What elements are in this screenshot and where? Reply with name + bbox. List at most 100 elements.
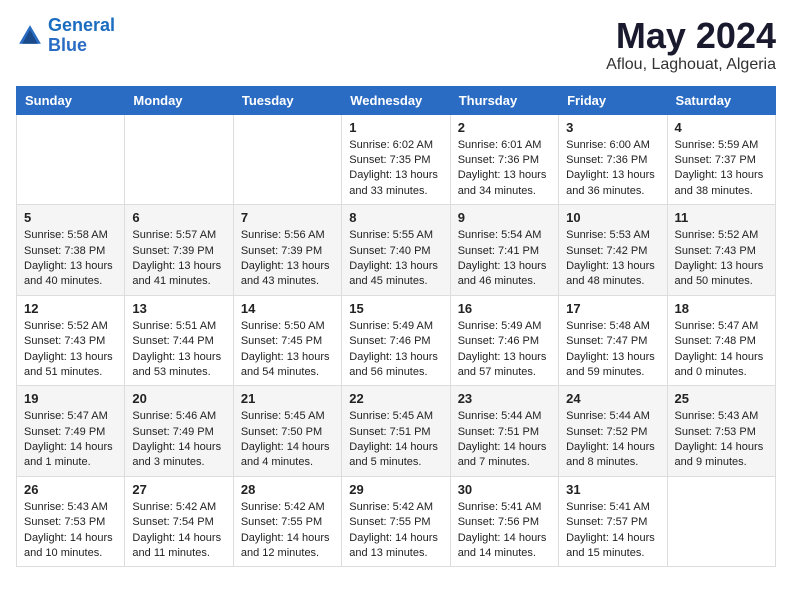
title-block: May 2024 Aflou, Laghouat, Algeria bbox=[606, 16, 776, 74]
calendar-cell: 19 Sunrise: 5:47 AMSunset: 7:49 PMDayligh… bbox=[17, 386, 125, 477]
day-number: 6 bbox=[132, 210, 225, 225]
cell-data: Sunrise: 5:43 AMSunset: 7:53 PMDaylight:… bbox=[675, 409, 768, 471]
cell-data: Sunrise: 5:57 AMSunset: 7:39 PMDaylight:… bbox=[132, 228, 225, 290]
day-number: 23 bbox=[458, 391, 551, 406]
weekday-header: Wednesday bbox=[342, 86, 450, 114]
calendar-cell: 24Sunrise: 5:44 AMSunset: 7:52 PMDayligh… bbox=[559, 386, 667, 477]
weekday-header: Tuesday bbox=[233, 86, 341, 114]
day-number: 11 bbox=[675, 210, 768, 225]
day-number: 29 bbox=[349, 482, 442, 497]
calendar-cell: 12Sunrise: 5:52 AMSunset: 7:43 PMDayligh… bbox=[17, 295, 125, 386]
calendar-cell: 30Sunrise: 5:41 AMSunset: 7:56 PMDayligh… bbox=[450, 476, 558, 567]
calendar-cell bbox=[17, 114, 125, 205]
cell-data: Sunrise: 5:49 AMSunset: 7:46 PMDaylight:… bbox=[349, 319, 442, 381]
calendar-cell: 6 Sunrise: 5:57 AMSunset: 7:39 PMDaylight… bbox=[125, 205, 233, 296]
cell-data: Sunrise: 5:42 AMSunset: 7:55 PMDaylight:… bbox=[349, 500, 442, 562]
calendar-cell: 11 Sunrise: 5:52 AMSunset: 7:43 PMDayligh… bbox=[667, 205, 775, 296]
cell-data: Sunrise: 5:51 AMSunset: 7:44 PMDaylight:… bbox=[132, 319, 225, 381]
cell-data: Sunrise: 5:41 AMSunset: 7:56 PMDaylight:… bbox=[458, 500, 551, 562]
logo-text: GeneralBlue bbox=[48, 16, 115, 56]
cell-data: Sunrise: 5:52 AMSunset: 7:43 PMDaylight:… bbox=[675, 228, 768, 290]
cell-data: Sunrise: 5:48 AMSunset: 7:47 PMDaylight:… bbox=[566, 319, 659, 381]
calendar-cell: 8 Sunrise: 5:55 AMSunset: 7:40 PMDaylight… bbox=[342, 205, 450, 296]
cell-data: Sunrise: 5:43 AMSunset: 7:53 PMDaylight:… bbox=[24, 500, 117, 562]
day-number: 5 bbox=[24, 210, 117, 225]
weekday-header: Sunday bbox=[17, 86, 125, 114]
calendar-cell: 10Sunrise: 5:53 AMSunset: 7:42 PMDayligh… bbox=[559, 205, 667, 296]
calendar-cell: 2Sunrise: 6:01 AMSunset: 7:36 PMDaylight… bbox=[450, 114, 558, 205]
logo-icon bbox=[16, 22, 44, 50]
cell-data: Sunrise: 5:42 AMSunset: 7:55 PMDaylight:… bbox=[241, 500, 334, 562]
day-number: 20 bbox=[132, 391, 225, 406]
weekday-header: Monday bbox=[125, 86, 233, 114]
day-number: 9 bbox=[458, 210, 551, 225]
day-number: 17 bbox=[566, 301, 659, 316]
calendar-cell: 18Sunrise: 5:47 AMSunset: 7:48 PMDayligh… bbox=[667, 295, 775, 386]
day-number: 1 bbox=[349, 120, 442, 135]
location: Aflou, Laghouat, Algeria bbox=[606, 56, 776, 74]
calendar-cell: 17 Sunrise: 5:48 AMSunset: 7:47 PMDayligh… bbox=[559, 295, 667, 386]
calendar-cell: 9 Sunrise: 5:54 AMSunset: 7:41 PMDaylight… bbox=[450, 205, 558, 296]
calendar-cell bbox=[667, 476, 775, 567]
day-number: 3 bbox=[566, 120, 659, 135]
day-number: 7 bbox=[241, 210, 334, 225]
cell-data: Sunrise: 5:47 AMSunset: 7:49 PMDaylight:… bbox=[24, 409, 117, 471]
calendar-cell: 5 Sunrise: 5:58 AMSunset: 7:38 PMDaylight… bbox=[17, 205, 125, 296]
calendar-cell: 20 Sunrise: 5:46 AMSunset: 7:49 PMDayligh… bbox=[125, 386, 233, 477]
cell-data: Sunrise: 5:49 AMSunset: 7:46 PMDaylight:… bbox=[458, 319, 551, 381]
calendar-cell: 4Sunrise: 5:59 AMSunset: 7:37 PMDaylight… bbox=[667, 114, 775, 205]
page-header: GeneralBlue May 2024 Aflou, Laghouat, Al… bbox=[16, 16, 776, 74]
day-number: 25 bbox=[675, 391, 768, 406]
day-number: 13 bbox=[132, 301, 225, 316]
day-number: 27 bbox=[132, 482, 225, 497]
cell-data: Sunrise: 5:59 AMSunset: 7:37 PMDaylight:… bbox=[675, 138, 768, 200]
day-number: 22 bbox=[349, 391, 442, 406]
day-number: 14 bbox=[241, 301, 334, 316]
cell-data: Sunrise: 5:41 AMSunset: 7:57 PMDaylight:… bbox=[566, 500, 659, 562]
day-number: 21 bbox=[241, 391, 334, 406]
cell-data: Sunrise: 5:45 AMSunset: 7:51 PMDaylight:… bbox=[349, 409, 442, 471]
calendar-week-row: 1 Sunrise: 6:02 AMSunset: 7:35 PMDaylight… bbox=[17, 114, 776, 205]
cell-data: Sunrise: 5:54 AMSunset: 7:41 PMDaylight:… bbox=[458, 228, 551, 290]
logo: GeneralBlue bbox=[16, 16, 115, 56]
calendar-cell bbox=[233, 114, 341, 205]
cell-data: Sunrise: 5:44 AMSunset: 7:51 PMDaylight:… bbox=[458, 409, 551, 471]
cell-data: Sunrise: 5:47 AMSunset: 7:48 PMDaylight:… bbox=[675, 319, 768, 381]
cell-data: Sunrise: 5:55 AMSunset: 7:40 PMDaylight:… bbox=[349, 228, 442, 290]
month-title: May 2024 bbox=[606, 16, 776, 56]
cell-data: Sunrise: 5:50 AMSunset: 7:45 PMDaylight:… bbox=[241, 319, 334, 381]
day-number: 24 bbox=[566, 391, 659, 406]
calendar-table: SundayMondayTuesdayWednesdayThursdayFrid… bbox=[16, 86, 776, 568]
calendar-cell: 3 Sunrise: 6:00 AMSunset: 7:36 PMDaylight… bbox=[559, 114, 667, 205]
calendar-cell: 23 Sunrise: 5:44 AMSunset: 7:51 PMDayligh… bbox=[450, 386, 558, 477]
day-number: 8 bbox=[349, 210, 442, 225]
cell-data: Sunrise: 5:53 AMSunset: 7:42 PMDaylight:… bbox=[566, 228, 659, 290]
day-number: 15 bbox=[349, 301, 442, 316]
calendar-cell: 7Sunrise: 5:56 AMSunset: 7:39 PMDaylight… bbox=[233, 205, 341, 296]
calendar-cell: 31Sunrise: 5:41 AMSunset: 7:57 PMDayligh… bbox=[559, 476, 667, 567]
weekday-header: Thursday bbox=[450, 86, 558, 114]
cell-data: Sunrise: 5:46 AMSunset: 7:49 PMDaylight:… bbox=[132, 409, 225, 471]
calendar-cell: 1 Sunrise: 6:02 AMSunset: 7:35 PMDaylight… bbox=[342, 114, 450, 205]
calendar-cell: 29 Sunrise: 5:42 AMSunset: 7:55 PMDayligh… bbox=[342, 476, 450, 567]
cell-data: Sunrise: 5:58 AMSunset: 7:38 PMDaylight:… bbox=[24, 228, 117, 290]
calendar-cell: 27Sunrise: 5:42 AMSunset: 7:54 PMDayligh… bbox=[125, 476, 233, 567]
cell-data: Sunrise: 5:45 AMSunset: 7:50 PMDaylight:… bbox=[241, 409, 334, 471]
day-number: 12 bbox=[24, 301, 117, 316]
day-number: 26 bbox=[24, 482, 117, 497]
calendar-cell: 15 Sunrise: 5:49 AMSunset: 7:46 PMDayligh… bbox=[342, 295, 450, 386]
calendar-cell: 13 Sunrise: 5:51 AMSunset: 7:44 PMDayligh… bbox=[125, 295, 233, 386]
calendar-week-row: 5 Sunrise: 5:58 AMSunset: 7:38 PMDaylight… bbox=[17, 205, 776, 296]
cell-data: Sunrise: 6:02 AMSunset: 7:35 PMDaylight:… bbox=[349, 138, 442, 200]
weekday-header: Friday bbox=[559, 86, 667, 114]
calendar-cell: 26 Sunrise: 5:43 AMSunset: 7:53 PMDayligh… bbox=[17, 476, 125, 567]
cell-data: Sunrise: 6:01 AMSunset: 7:36 PMDaylight:… bbox=[458, 138, 551, 200]
day-number: 19 bbox=[24, 391, 117, 406]
calendar-week-row: 12Sunrise: 5:52 AMSunset: 7:43 PMDayligh… bbox=[17, 295, 776, 386]
calendar-week-row: 26 Sunrise: 5:43 AMSunset: 7:53 PMDayligh… bbox=[17, 476, 776, 567]
calendar-cell: 28Sunrise: 5:42 AMSunset: 7:55 PMDayligh… bbox=[233, 476, 341, 567]
calendar-cell: 14 Sunrise: 5:50 AMSunset: 7:45 PMDayligh… bbox=[233, 295, 341, 386]
cell-data: Sunrise: 6:00 AMSunset: 7:36 PMDaylight:… bbox=[566, 138, 659, 200]
calendar-cell bbox=[125, 114, 233, 205]
weekday-header-row: SundayMondayTuesdayWednesdayThursdayFrid… bbox=[17, 86, 776, 114]
